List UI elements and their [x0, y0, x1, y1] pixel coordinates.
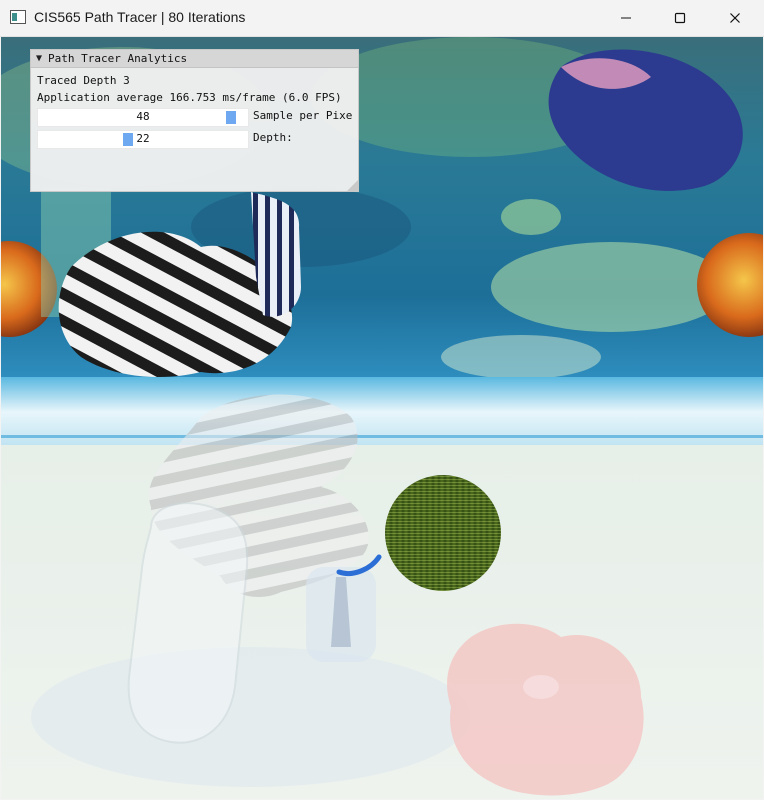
app-average-text: Application average 166.753 ms/frame (6.…	[37, 91, 342, 104]
depth-label: Depth:	[253, 131, 293, 144]
window-titlebar[interactable]: CIS565 Path Tracer | 80 Iterations	[0, 0, 764, 37]
traced-depth-text: Traced Depth 3	[37, 74, 130, 87]
maximize-button[interactable]	[653, 0, 707, 36]
samples-per-pixel-slider[interactable]: 48	[37, 108, 249, 127]
analytics-panel[interactable]: ▼ Path Tracer Analytics Traced Depth 3 A…	[30, 49, 359, 192]
panel-title: Path Tracer Analytics	[48, 52, 188, 65]
close-icon	[730, 13, 740, 23]
close-button[interactable]	[708, 0, 762, 36]
slider-value: 48	[136, 110, 150, 123]
collapse-triangle-icon[interactable]: ▼	[36, 53, 42, 64]
slider-grab-handle[interactable]	[226, 111, 236, 124]
maximize-icon	[674, 12, 686, 24]
panel-header[interactable]: ▼ Path Tracer Analytics	[31, 50, 358, 68]
window-title: CIS565 Path Tracer | 80 Iterations	[34, 9, 246, 25]
slider-value: 22	[136, 132, 150, 145]
samples-per-pixel-label: Sample per Pixe	[253, 109, 353, 122]
app-icon	[10, 10, 26, 24]
resize-grip[interactable]	[347, 180, 358, 191]
render-viewport[interactable]: ▼ Path Tracer Analytics Traced Depth 3 A…	[1, 37, 763, 799]
minimize-button[interactable]	[599, 0, 653, 36]
minimize-icon	[621, 17, 631, 19]
slider-grab-handle[interactable]	[123, 133, 133, 146]
depth-slider[interactable]: 22	[37, 130, 249, 149]
